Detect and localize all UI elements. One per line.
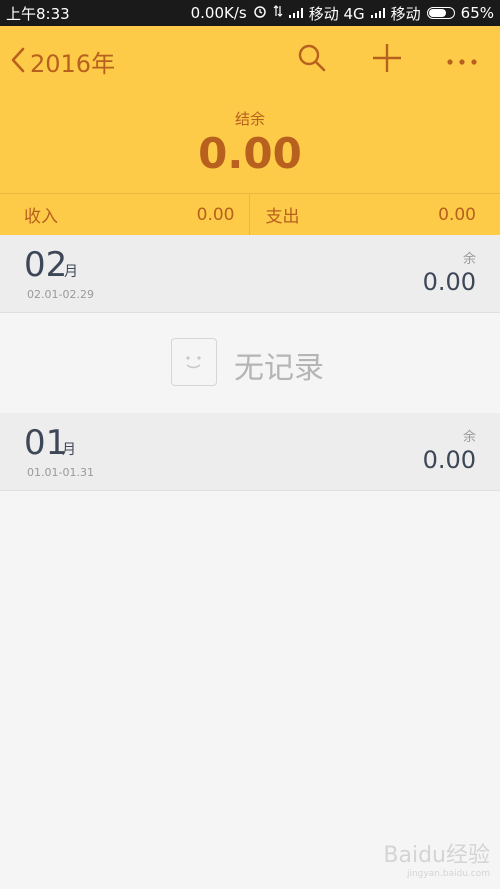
- empty-state: 无记录: [0, 313, 500, 414]
- balance-value: 0.00: [198, 129, 302, 178]
- baidu-watermark: Baidu经验 jingyan.baidu.com: [383, 837, 490, 879]
- data-arrows-icon: [273, 4, 283, 22]
- battery-icon: [426, 7, 455, 19]
- signal-icon: [370, 8, 385, 18]
- remaining-label: 余: [462, 430, 476, 445]
- more-icon: [446, 51, 478, 70]
- watermark-url: jingyan.baidu.com: [406, 869, 490, 879]
- expense-summary[interactable]: 支出 0.00: [250, 194, 500, 235]
- status-bar: 上午8:33 0.00K/s 移动 4G 移动 65%: [0, 0, 500, 26]
- month-unit: 月: [64, 264, 78, 280]
- month-range: 02.01-02.29: [27, 288, 94, 301]
- income-label: 收入: [24, 207, 58, 227]
- remaining-value: 0.00: [422, 446, 476, 474]
- alarm-icon: [253, 4, 267, 22]
- expense-label: 支出: [265, 207, 300, 227]
- back-button[interactable]: 2016年: [10, 44, 115, 79]
- summary-row: 收入 0.00 支出 0.00: [0, 193, 500, 235]
- battery-level: 65%: [460, 4, 494, 22]
- header: 2016年 结余 0.00 收入 0.00 支出 0.00: [0, 26, 500, 235]
- more-button[interactable]: [444, 42, 480, 78]
- remaining-value: 0.00: [422, 268, 476, 296]
- balance-label: 结余: [234, 110, 265, 128]
- income-value: 0.00: [196, 204, 235, 225]
- month-range: 01.01-01.31: [27, 466, 94, 479]
- month-row[interactable]: 01 月 01.01-01.31 余 0.00: [0, 413, 500, 491]
- plus-icon: [371, 42, 403, 78]
- month-row[interactable]: 02 月 02.01-02.29 余 0.00: [0, 235, 500, 313]
- income-summary[interactable]: 收入 0.00: [0, 194, 250, 235]
- year-title: 2016年: [30, 50, 116, 78]
- search-button[interactable]: [294, 42, 330, 78]
- top-bar: 2016年: [0, 26, 500, 96]
- search-icon: [297, 43, 327, 77]
- network-speed: 0.00K/s: [190, 4, 247, 22]
- expense-value: 0.00: [438, 204, 476, 225]
- month-number: 01: [24, 423, 68, 463]
- watermark-text: Baidu经验: [383, 843, 490, 868]
- carrier-1: 移动 4G: [308, 4, 365, 23]
- smiley-face-icon: [171, 338, 217, 386]
- empty-label: 无记录: [234, 351, 324, 386]
- chevron-left-icon: [10, 47, 26, 77]
- status-time: 上午8:33: [6, 4, 70, 23]
- add-button[interactable]: [369, 42, 405, 78]
- signal-icon: [288, 8, 303, 18]
- month-unit: 月: [62, 442, 76, 458]
- month-number: 02: [24, 245, 68, 285]
- remaining-label: 余: [462, 252, 476, 267]
- carrier-2: 移动: [390, 4, 421, 23]
